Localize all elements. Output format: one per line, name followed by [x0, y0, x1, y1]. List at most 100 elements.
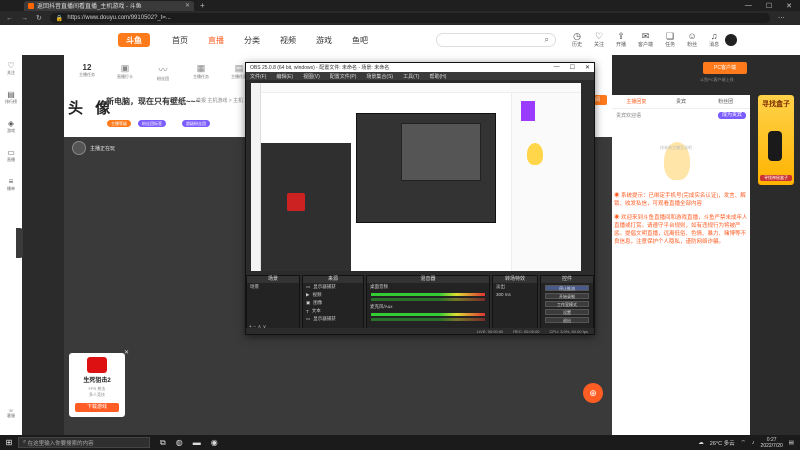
obs-menu-view[interactable]: 视图(V) — [303, 73, 320, 80]
sidebar-toggle[interactable] — [16, 228, 23, 258]
obs-menu-scene-collection[interactable]: 场景集合(S) — [366, 73, 393, 80]
search-icon[interactable]: ⌕ — [545, 35, 549, 45]
super-fan-badge[interactable]: 超级粉丝团 — [182, 120, 210, 127]
source-item[interactable]: T 文本 — [303, 307, 363, 315]
source-item[interactable]: ▭ 显示器捕获 — [303, 315, 363, 323]
volume-meter[interactable] — [371, 318, 485, 321]
obs-menu-file[interactable]: 文件(F) — [250, 73, 266, 80]
close-card-icon[interactable]: ✕ — [124, 349, 129, 356]
task-view-icon[interactable]: ⧉ — [160, 438, 166, 448]
studio-mode-button[interactable]: 工作室模式 — [545, 301, 589, 307]
task-item[interactable]: 〰粉丝团 — [152, 63, 174, 82]
maximize-button[interactable]: ☐ — [766, 2, 772, 10]
task-item[interactable]: 12 主播任务 — [76, 63, 98, 82]
text-icon: T — [306, 308, 309, 314]
follow-button[interactable]: ♡ 关注 — [594, 32, 604, 49]
settings-button[interactable]: 设置 — [545, 309, 589, 315]
sidebar-label: 直播 — [7, 157, 15, 162]
taskbar-search[interactable]: ⌕ 在这里输入你要搜索的内容 — [18, 437, 150, 448]
nav-live[interactable]: 直播 — [208, 35, 224, 46]
start-recording-button[interactable]: 开始录制 — [545, 293, 589, 299]
source-item[interactable]: ▣ 图像 — [303, 299, 363, 307]
preview-mascot — [527, 143, 543, 165]
close-window-button[interactable]: ✕ — [786, 2, 792, 10]
source-item[interactable]: ▶ 视频 — [303, 291, 363, 299]
promo-banner[interactable]: 寻找盒子 寻找神秘盒子 — [758, 95, 794, 185]
transition-duration[interactable]: 300 ms — [493, 291, 537, 298]
volume-icon[interactable]: ♪ — [752, 440, 755, 446]
game-card[interactable]: ✕ 生死狙击2 FPS 射击 多人竞技 下载游戏 — [69, 350, 129, 417]
browser-tab[interactable]: 返回抖音直播间看直播_主机游戏 - 斗鱼 ✕ — [24, 0, 194, 11]
volume-meter[interactable] — [371, 293, 485, 296]
tv-icon: ▭ — [7, 148, 15, 157]
forward-icon[interactable]: → — [21, 15, 28, 22]
task-item[interactable]: ▦ 主播任务 — [190, 63, 212, 82]
edge-icon[interactable]: ◍ — [176, 438, 183, 448]
reload-icon[interactable]: ↻ — [36, 14, 42, 22]
scene-item[interactable]: 场景 — [247, 283, 299, 291]
task-button[interactable]: ❏ 任务 — [665, 32, 675, 49]
broadcast-button[interactable]: ⇪ 开播 — [616, 32, 626, 49]
exit-button[interactable]: 退出 — [545, 317, 589, 323]
url-field[interactable]: 🔒 https://www.douyu.com/9910502?_t=... — [49, 13, 770, 23]
volume-meter[interactable] — [371, 298, 485, 301]
nav-home[interactable]: 首页 — [172, 35, 188, 46]
nav-video[interactable]: 视频 — [280, 35, 296, 46]
sidebar-item-games[interactable]: ◈ 游戏 — [7, 119, 15, 134]
douyu-logo[interactable]: 斗鱼 — [118, 33, 150, 47]
system-message: ◉ 系统提示：已绑定手机号(完成实名认证)，发言、解锁、收发私信，可观看直播全部… — [614, 192, 748, 208]
menu-icon[interactable]: ⋯ — [778, 14, 785, 22]
sidebar-bottom[interactable]: ☏ 客服 — [0, 408, 22, 419]
nav-category[interactable]: 分类 — [244, 35, 260, 46]
back-icon[interactable]: ← — [6, 15, 13, 22]
obs-minimize-icon[interactable]: — — [554, 64, 560, 71]
obs-preview[interactable] — [251, 83, 581, 271]
level-badge[interactable]: 主播等级 — [107, 120, 131, 127]
source-item[interactable]: ▭ 显示器捕获 — [303, 283, 363, 291]
clock[interactable]: 0:27 2022/7/20 — [761, 437, 783, 449]
nav-games[interactable]: 游戏 — [316, 35, 332, 46]
pc-client-button[interactable]: PC客户端 — [703, 62, 747, 74]
windows-start-icon[interactable]: ⊞ — [0, 438, 18, 447]
stop-streaming-button[interactable]: 停止推流 — [545, 285, 589, 291]
new-tab-icon[interactable]: + — [200, 1, 205, 10]
download-game-button[interactable]: 下载游戏 — [75, 403, 119, 412]
nav-yuba[interactable]: 鱼吧 — [352, 35, 368, 46]
search-input[interactable]: ⌕ — [436, 33, 556, 47]
user-avatar[interactable] — [725, 34, 738, 46]
sidebar-item-live[interactable]: ▭ 直播 — [7, 148, 15, 163]
close-tab-icon[interactable]: ✕ — [185, 2, 190, 9]
float-action-button[interactable]: ⊕ — [583, 383, 603, 403]
sidebar-item-rank[interactable]: ▤ 排行榜 — [5, 90, 17, 105]
tab-fan-group[interactable]: 粉丝团 — [703, 98, 748, 105]
fan-badge[interactable]: 粉丝团标签 — [138, 120, 166, 127]
history-button[interactable]: ◷ 历史 — [572, 32, 582, 49]
become-vip-button[interactable]: 成为贵宾 — [717, 112, 746, 119]
obs-window[interactable]: OBS 25.0.8 (64 bit, windows) - 配置文件: 未命名… — [245, 62, 595, 335]
obs-menu-profile[interactable]: 配置文件(P) — [330, 73, 357, 80]
tab-vip[interactable]: 贵宾 — [659, 98, 704, 105]
tab-anchor-reply[interactable]: 主播回复 — [614, 98, 659, 105]
volume-meter[interactable] — [371, 313, 485, 316]
room-subtitle[interactable]: 举报 主机游戏 > 主机 — [196, 97, 243, 104]
sidebar-item-playlist[interactable]: ≡ 播单 — [7, 177, 15, 192]
network-icon[interactable]: ⌔ — [741, 439, 746, 446]
obs-close-icon[interactable]: ✕ — [585, 64, 590, 71]
client-button[interactable]: ✉ 客户端 — [638, 32, 653, 49]
system-tray: ☁ 26°C 多云 ⌔ ♪ 0:27 2022/7/20 ▤ — [698, 437, 800, 449]
fans-button[interactable]: ☺ 粉丝 — [687, 32, 697, 49]
obs-icon[interactable]: ◉ — [211, 438, 218, 448]
task-item[interactable]: ▣ 直播打卡 — [114, 63, 136, 82]
minimize-button[interactable]: — — [745, 2, 752, 10]
streamer-badge[interactable]: 主播正在玩 — [72, 141, 115, 155]
message-button[interactable]: ♫ 消息 — [709, 32, 719, 49]
task-label: 主播任务 — [79, 72, 95, 77]
notification-icon[interactable]: ▤ — [789, 440, 794, 446]
explorer-icon[interactable]: ▬ — [193, 438, 201, 448]
obs-menu-help[interactable]: 帮助(H) — [429, 73, 446, 80]
obs-menu-tools[interactable]: 工具(T) — [403, 73, 419, 80]
transition-select[interactable]: 淡出 — [493, 283, 537, 291]
sidebar-item-follow[interactable]: ♡ 关注 — [7, 61, 15, 76]
obs-menu-edit[interactable]: 编辑(E) — [276, 73, 293, 80]
obs-maximize-icon[interactable]: ☐ — [570, 64, 575, 71]
